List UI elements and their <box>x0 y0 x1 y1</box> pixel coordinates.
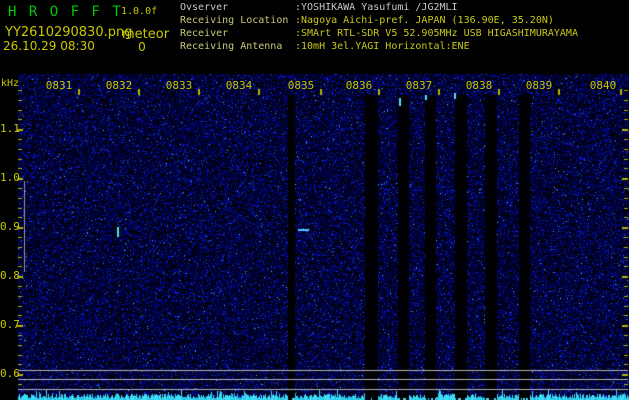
info-row: Receiver :SMArt RTL-SDR V5 52.905MHz USB … <box>180 28 578 41</box>
time-axis-label: 0833 <box>165 79 193 92</box>
freq-axis-label: 1.1 <box>0 122 20 135</box>
info-row-label: Receiving Antenna <box>180 41 283 52</box>
freq-axis-label: 0.8 <box>0 269 20 282</box>
info-row-value: :YOSHIKAWA Yasufumi /JG2MLI <box>295 2 458 13</box>
info-row-label: Receiver <box>180 28 229 39</box>
time-axis-label: 0840 <box>589 79 617 92</box>
info-row-label: Ovserver <box>180 2 229 13</box>
time-axis-label: 0837 <box>405 79 433 92</box>
app-title: H R O F F T <box>8 4 123 20</box>
freq-axis-label: 1.0 <box>0 171 20 184</box>
info-row-label: Receiving Location <box>180 15 289 26</box>
meteor-count: 0 <box>138 40 146 54</box>
time-axis-label: 0832 <box>105 79 133 92</box>
time-axis-label: 0831 <box>45 79 73 92</box>
app-version: 1.0.0f <box>121 6 158 17</box>
spectrogram-canvas <box>0 0 629 400</box>
info-row: Ovserver :YOSHIKAWA Yasufumi /JG2MLI <box>180 2 578 15</box>
info-row-value: :SMArt RTL-SDR V5 52.905MHz USB HIGASHIM… <box>295 28 578 39</box>
freq-axis-label: 0.6 <box>0 367 20 380</box>
time-axis-label: 0835 <box>287 79 315 92</box>
info-row: Receiving Location :Nagoya Aichi-pref. JA… <box>180 15 578 28</box>
time-axis-label: 0839 <box>525 79 553 92</box>
output-filename: YY2610290830.png <box>5 25 133 40</box>
info-row: Receiving Antenna :10mH 3el.YAGI Horizont… <box>180 41 578 54</box>
time-axis-label: 0836 <box>345 79 373 92</box>
frame-datetime: 26.10.29 08:30 <box>3 39 95 53</box>
freq-axis-label: 0.7 <box>0 318 20 331</box>
info-row-value: :Nagoya Aichi-pref. JAPAN (136.90E, 35.2… <box>295 15 554 26</box>
freq-axis-label: 0.9 <box>0 220 20 233</box>
time-axis-label: 0838 <box>465 79 493 92</box>
hrofft-window: H R O F F T 1.0.0f YY2610290830.png mete… <box>0 0 629 400</box>
time-axis-label: 0834 <box>225 79 253 92</box>
info-panel: Ovserver :YOSHIKAWA Yasufumi /JG2MLI Recei… <box>180 2 578 54</box>
info-row-value: :10mH 3el.YAGI Horizontal:ENE <box>295 41 470 52</box>
freq-axis-unit: kHz <box>1 78 20 89</box>
